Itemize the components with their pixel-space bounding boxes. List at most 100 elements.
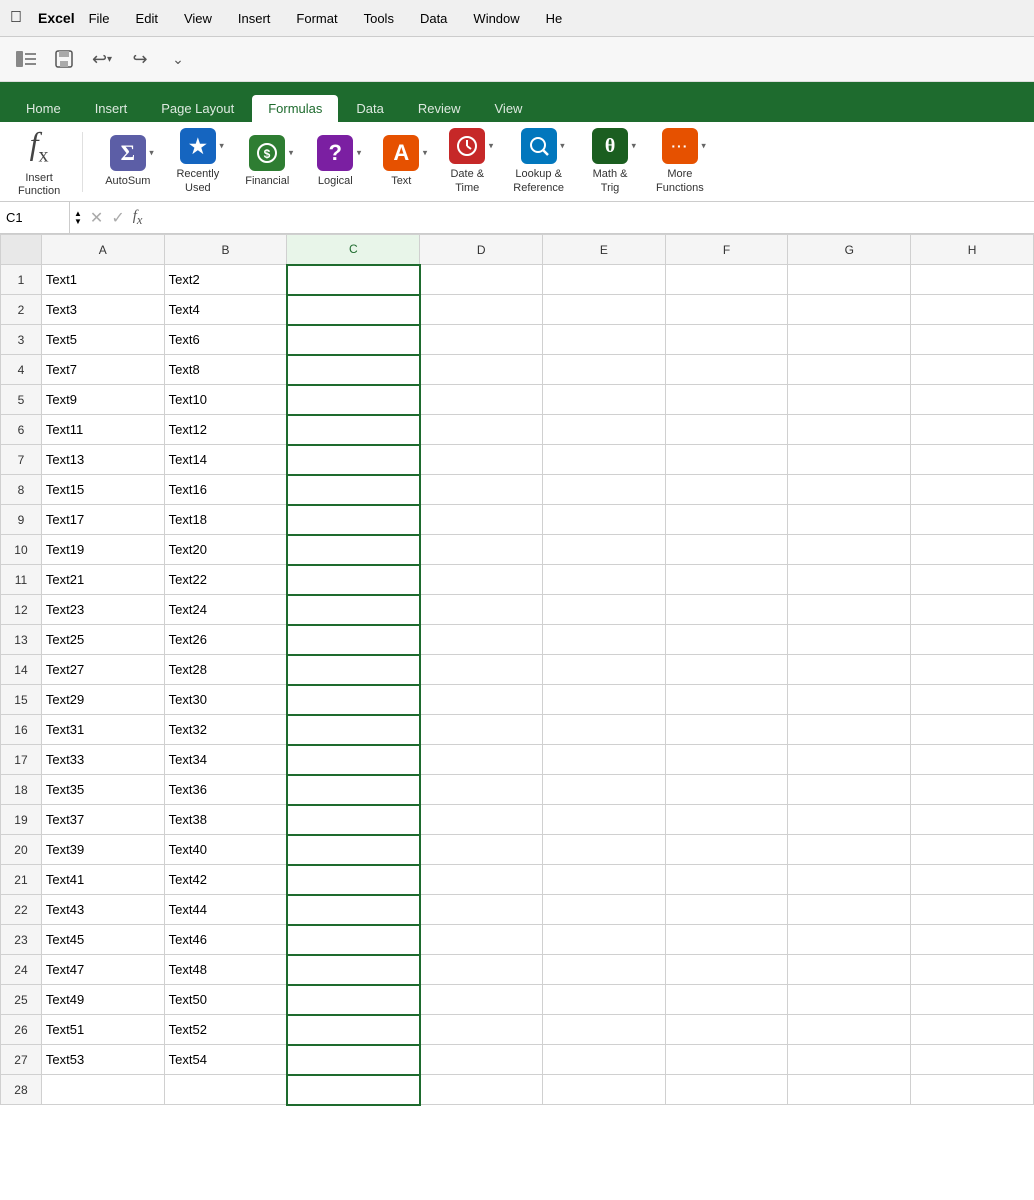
cell-D15[interactable] [420, 685, 543, 715]
cell-E16[interactable] [543, 715, 666, 745]
menu-view[interactable]: View [180, 9, 216, 28]
cell-B3[interactable]: Text6 [164, 325, 287, 355]
row-header-28[interactable]: 28 [1, 1075, 42, 1105]
cell-H5[interactable] [911, 385, 1034, 415]
confirm-formula-icon[interactable]: ✓ [111, 208, 124, 228]
cell-C2[interactable] [287, 295, 420, 325]
cell-B18[interactable]: Text36 [164, 775, 287, 805]
cell-E26[interactable] [543, 1015, 666, 1045]
cell-E25[interactable] [543, 985, 666, 1015]
cell-B27[interactable]: Text54 [164, 1045, 287, 1075]
row-header-15[interactable]: 15 [1, 685, 42, 715]
cell-E2[interactable] [543, 295, 666, 325]
cell-B8[interactable]: Text16 [164, 475, 287, 505]
cell-E28[interactable] [543, 1075, 666, 1105]
cell-F5[interactable] [665, 385, 788, 415]
cell-G12[interactable] [788, 595, 911, 625]
cell-D22[interactable] [420, 895, 543, 925]
cell-C19[interactable] [287, 805, 420, 835]
row-header-1[interactable]: 1 [1, 265, 42, 295]
cell-G5[interactable] [788, 385, 911, 415]
cell-A24[interactable]: Text47 [41, 955, 164, 985]
cell-E17[interactable] [543, 745, 666, 775]
cell-G20[interactable] [788, 835, 911, 865]
cell-A9[interactable]: Text17 [41, 505, 164, 535]
cell-C28[interactable] [287, 1075, 420, 1105]
cell-C18[interactable] [287, 775, 420, 805]
cell-A4[interactable]: Text7 [41, 355, 164, 385]
cell-D6[interactable] [420, 415, 543, 445]
cell-D28[interactable] [420, 1075, 543, 1105]
cell-B1[interactable]: Text2 [164, 265, 287, 295]
cell-G19[interactable] [788, 805, 911, 835]
cell-A27[interactable]: Text53 [41, 1045, 164, 1075]
cell-D23[interactable] [420, 925, 543, 955]
sidebar-toggle-button[interactable] [10, 43, 42, 75]
cell-G24[interactable] [788, 955, 911, 985]
cell-F2[interactable] [665, 295, 788, 325]
cell-H8[interactable] [911, 475, 1034, 505]
row-header-24[interactable]: 24 [1, 955, 42, 985]
cell-H28[interactable] [911, 1075, 1034, 1105]
cell-C1[interactable] [287, 265, 420, 295]
cell-B16[interactable]: Text32 [164, 715, 287, 745]
cell-A17[interactable]: Text33 [41, 745, 164, 775]
cell-C24[interactable] [287, 955, 420, 985]
menu-window[interactable]: Window [469, 9, 523, 28]
cell-D20[interactable] [420, 835, 543, 865]
cell-A11[interactable]: Text21 [41, 565, 164, 595]
tab-data[interactable]: Data [340, 95, 399, 122]
cell-E5[interactable] [543, 385, 666, 415]
row-header-6[interactable]: 6 [1, 415, 42, 445]
col-header-d[interactable]: D [420, 235, 543, 265]
cell-E1[interactable] [543, 265, 666, 295]
cell-D5[interactable] [420, 385, 543, 415]
cell-D10[interactable] [420, 535, 543, 565]
tab-home[interactable]: Home [10, 95, 77, 122]
cell-D27[interactable] [420, 1045, 543, 1075]
cell-B10[interactable]: Text20 [164, 535, 287, 565]
cell-F15[interactable] [665, 685, 788, 715]
cell-C9[interactable] [287, 505, 420, 535]
cell-F19[interactable] [665, 805, 788, 835]
menu-edit[interactable]: Edit [132, 9, 162, 28]
cell-G26[interactable] [788, 1015, 911, 1045]
cell-A19[interactable]: Text37 [41, 805, 164, 835]
cell-C7[interactable] [287, 445, 420, 475]
cell-D1[interactable] [420, 265, 543, 295]
cell-F8[interactable] [665, 475, 788, 505]
cell-A18[interactable]: Text35 [41, 775, 164, 805]
row-header-21[interactable]: 21 [1, 865, 42, 895]
cell-C3[interactable] [287, 325, 420, 355]
cell-F6[interactable] [665, 415, 788, 445]
cell-B24[interactable]: Text48 [164, 955, 287, 985]
cell-F13[interactable] [665, 625, 788, 655]
cell-A14[interactable]: Text27 [41, 655, 164, 685]
cell-E6[interactable] [543, 415, 666, 445]
cell-A1[interactable]: Text1 [41, 265, 164, 295]
more-toolbar-button[interactable]: ⌄ [162, 43, 194, 75]
cell-H20[interactable] [911, 835, 1034, 865]
cell-H23[interactable] [911, 925, 1034, 955]
cell-F14[interactable] [665, 655, 788, 685]
row-header-13[interactable]: 13 [1, 625, 42, 655]
cell-D4[interactable] [420, 355, 543, 385]
cell-E22[interactable] [543, 895, 666, 925]
cell-B14[interactable]: Text28 [164, 655, 287, 685]
menu-format[interactable]: Format [292, 9, 341, 28]
cell-H4[interactable] [911, 355, 1034, 385]
cell-D19[interactable] [420, 805, 543, 835]
cell-A13[interactable]: Text25 [41, 625, 164, 655]
cell-H14[interactable] [911, 655, 1034, 685]
cell-D3[interactable] [420, 325, 543, 355]
cell-B4[interactable]: Text8 [164, 355, 287, 385]
cell-F11[interactable] [665, 565, 788, 595]
cell-C16[interactable] [287, 715, 420, 745]
cell-H19[interactable] [911, 805, 1034, 835]
cell-C23[interactable] [287, 925, 420, 955]
cell-reference-box[interactable]: C1 [0, 202, 70, 233]
cell-B28[interactable] [164, 1075, 287, 1105]
row-header-25[interactable]: 25 [1, 985, 42, 1015]
cell-E14[interactable] [543, 655, 666, 685]
cell-E7[interactable] [543, 445, 666, 475]
